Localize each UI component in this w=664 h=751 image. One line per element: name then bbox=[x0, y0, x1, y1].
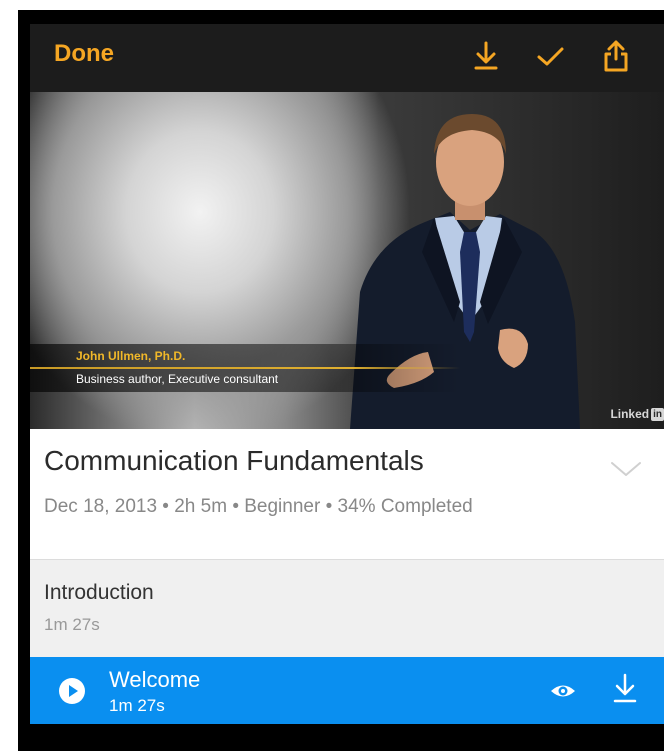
watermark-logo-box: in bbox=[651, 407, 664, 421]
app-screen: Done John Ullmen, Ph.D. Business author,… bbox=[30, 24, 664, 724]
watermark-text: Linked bbox=[610, 407, 650, 421]
top-bar: Done bbox=[30, 24, 664, 92]
lower-third-caption: John Ullmen, Ph.D. Business author, Exec… bbox=[30, 344, 664, 392]
presenter-role: Business author, Executive consultant bbox=[76, 372, 279, 386]
course-meta: Dec 18, 2013 • 2h 5m • Beginner • 34% Co… bbox=[44, 496, 473, 517]
video-player[interactable]: John Ullmen, Ph.D. Business author, Exec… bbox=[30, 92, 664, 429]
lesson-row[interactable]: Welcome 1m 27s bbox=[30, 657, 664, 724]
device-frame: Done John Ullmen, Ph.D. Business author,… bbox=[18, 10, 664, 751]
download-icon[interactable] bbox=[469, 39, 503, 73]
share-icon[interactable] bbox=[599, 39, 633, 73]
course-header: Communication Fundamentals Dec 18, 2013 … bbox=[30, 429, 664, 559]
section-header[interactable]: Introduction 1m 27s bbox=[30, 559, 664, 658]
presenter-name: John Ullmen, Ph.D. bbox=[76, 349, 186, 363]
linkedin-watermark: Linked in bbox=[610, 407, 664, 421]
lesson-title: Welcome bbox=[109, 667, 201, 692]
section-duration: 1m 27s bbox=[44, 615, 100, 634]
section-title: Introduction bbox=[44, 581, 154, 604]
course-title: Communication Fundamentals bbox=[44, 445, 424, 476]
caption-divider bbox=[30, 367, 460, 369]
download-icon[interactable] bbox=[610, 672, 640, 706]
lesson-duration: 1m 27s bbox=[109, 696, 165, 715]
play-icon[interactable] bbox=[58, 677, 86, 705]
checkmark-icon[interactable] bbox=[533, 39, 567, 73]
done-button[interactable]: Done bbox=[54, 40, 114, 68]
eye-icon[interactable] bbox=[550, 680, 576, 702]
chevron-down-icon[interactable] bbox=[608, 459, 644, 479]
